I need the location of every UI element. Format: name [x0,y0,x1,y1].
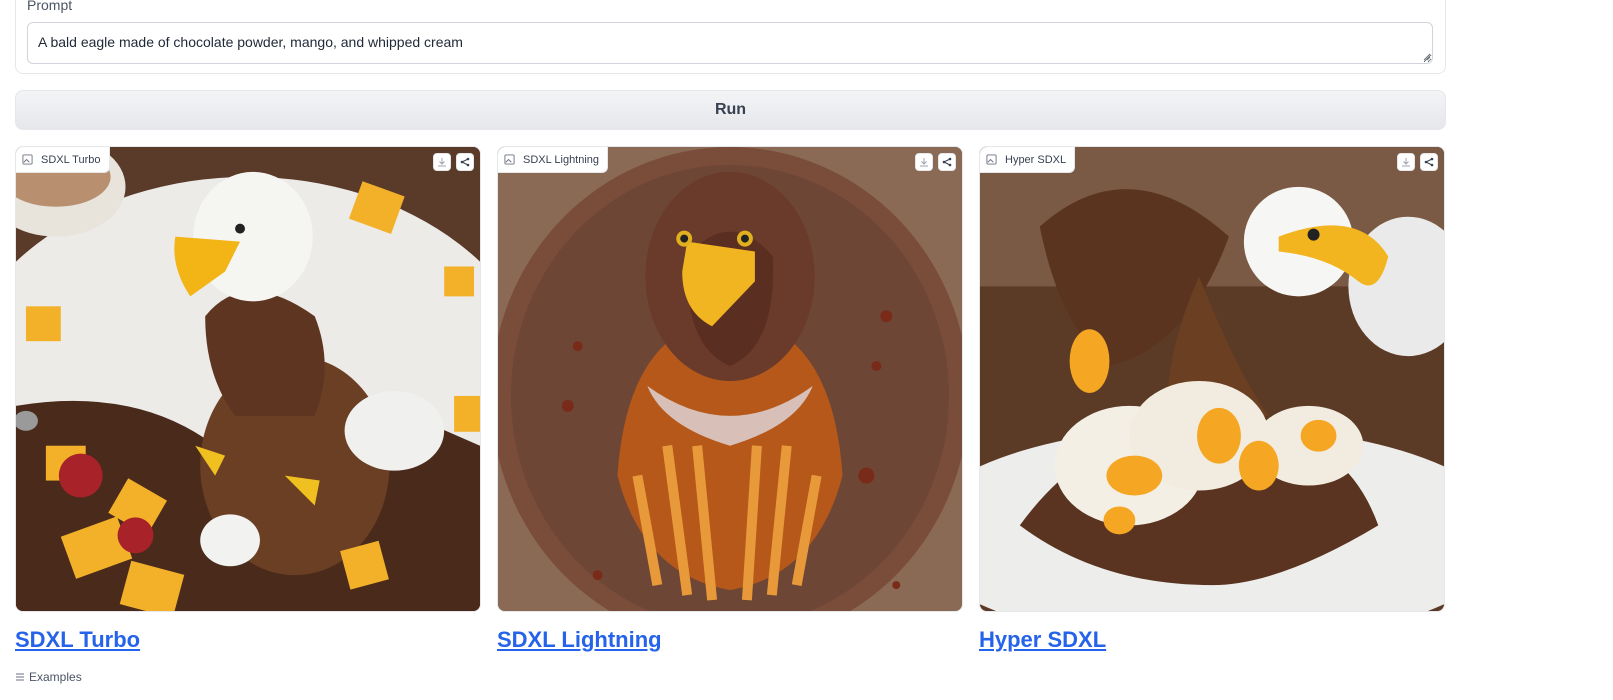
result-label-sdxl-lightning: SDXL Lightning [498,147,609,173]
download-button[interactable] [1397,153,1415,171]
result-image-sdxl-lightning[interactable]: SDXL Lightning [497,146,963,612]
eagle-image [498,147,962,611]
list-icon [16,673,24,681]
resize-grip-icon[interactable] [1421,51,1431,61]
card-actions [915,153,956,171]
share-icon [460,157,470,167]
share-icon [942,157,952,167]
eagle-image [980,147,1444,611]
eagle-image [16,147,480,611]
prompt-label: Prompt [27,0,73,13]
result-label-text: Hyper SDXL [1005,153,1067,166]
examples-header[interactable]: Examples [15,670,82,684]
result-label-text: SDXL Turbo [41,153,101,166]
download-button[interactable] [433,153,451,171]
share-button[interactable] [1420,153,1438,171]
model-link-sdxl-turbo[interactable]: SDXL Turbo [15,627,140,653]
examples-label: Examples [29,670,82,684]
result-label-hyper-sdxl: Hyper SDXL [980,147,1076,173]
share-icon [1424,157,1434,167]
prompt-input[interactable]: A bald eagle made of chocolate powder, m… [27,22,1433,64]
run-button[interactable]: Run [15,90,1446,130]
result-label-text: SDXL Lightning [523,153,600,166]
download-icon [1402,158,1410,167]
result-image-sdxl-turbo[interactable]: SDXL Turbo [15,146,481,612]
download-icon [920,158,928,167]
card-actions [1397,153,1438,171]
share-button[interactable] [456,153,474,171]
image-icon [986,154,997,165]
card-actions [433,153,474,171]
download-icon [438,158,446,167]
result-image-hyper-sdxl[interactable]: Hyper SDXL [979,146,1445,612]
share-button[interactable] [938,153,956,171]
result-label-sdxl-turbo: SDXL Turbo [16,147,110,173]
image-icon [504,154,515,165]
model-link-sdxl-lightning[interactable]: SDXL Lightning [497,627,662,653]
model-link-hyper-sdxl[interactable]: Hyper SDXL [979,627,1106,653]
image-icon [22,154,33,165]
download-button[interactable] [915,153,933,171]
